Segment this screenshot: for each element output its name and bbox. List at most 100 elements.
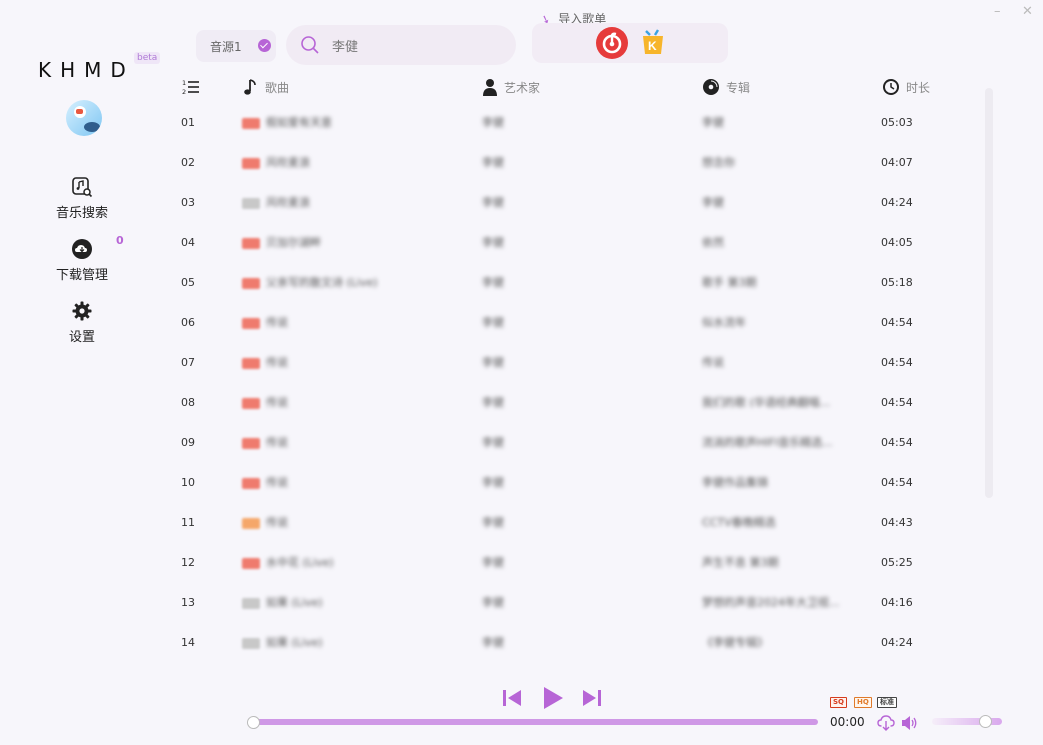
table-row[interactable]: 05 父亲写的散文诗 (Live) 李健 歌手 第3期 05:18	[176, 276, 976, 316]
table-row[interactable]: 04 贝加尔湖畔 李健 依然 04:05	[176, 236, 976, 276]
table-row[interactable]: 14 如果 (Live) 李健 《李健专辑》 04:24	[176, 636, 976, 676]
download-count-badge: 0	[116, 234, 124, 247]
row-album: 李健作品集锦	[702, 476, 768, 489]
quality-hq-badge[interactable]: HQ	[854, 697, 872, 708]
row-index: 11	[181, 516, 195, 529]
table-row[interactable]: 08 传说 李健 我们的歌 (华语经典翻唱... 04:54	[176, 396, 976, 436]
row-duration: 04:24	[881, 196, 913, 209]
row-song-title: 如果 (Live)	[266, 596, 323, 609]
row-duration: 04:05	[881, 236, 913, 249]
table-row[interactable]: 01 假如爱有天意 李健 李健 05:03	[176, 116, 976, 156]
column-header-duration[interactable]: 时长	[882, 78, 930, 96]
quality-tag	[242, 278, 260, 289]
row-artist: 李健	[482, 396, 504, 409]
row-duration: 04:16	[881, 596, 913, 609]
column-header-song[interactable]: 歌曲	[243, 78, 289, 96]
quality-tag	[242, 198, 260, 209]
person-icon	[483, 79, 497, 96]
row-index: 06	[181, 316, 195, 329]
row-artist: 李健	[482, 116, 504, 129]
table-row[interactable]: 07 传说 李健 传说 04:54	[176, 356, 976, 396]
row-song-title: 风吹麦浪	[266, 196, 310, 209]
progress-handle[interactable]	[247, 716, 260, 729]
row-duration: 04:43	[881, 516, 913, 529]
row-index: 03	[181, 196, 195, 209]
row-artist: 李健	[482, 356, 504, 369]
netease-music-icon[interactable]	[596, 27, 628, 59]
row-song-title: 传说	[266, 436, 288, 449]
column-header-label: 时长	[906, 80, 931, 95]
source-select-value: 音源1	[210, 39, 242, 54]
volume-icon[interactable]	[900, 714, 918, 732]
avatar[interactable]	[66, 100, 102, 136]
sidebar-item-label: 音乐搜索	[55, 206, 108, 221]
row-duration: 05:03	[881, 116, 913, 129]
row-artist: 李健	[482, 556, 504, 569]
play-icon[interactable]	[540, 685, 566, 711]
row-index: 04	[181, 236, 195, 249]
disc-icon	[703, 79, 719, 95]
row-song-title: 风吹麦浪	[266, 156, 310, 169]
volume-slider[interactable]	[932, 718, 1002, 725]
row-album: 想念你	[702, 156, 735, 169]
source-select[interactable]: 音源1	[196, 30, 276, 62]
row-artist: 李健	[482, 596, 504, 609]
row-song-title: 传说	[266, 356, 288, 369]
column-header-album[interactable]: 专辑	[702, 78, 750, 96]
row-song-title: 假如爱有天意	[266, 116, 332, 129]
table-row[interactable]: 09 传说 李健 流淌的歌声HIFI音乐精选... 04:54	[176, 436, 976, 476]
quality-standard-badge[interactable]: 标准	[877, 697, 897, 708]
row-album: CCTV春晚精选	[702, 516, 776, 529]
scrollbar[interactable]	[985, 88, 993, 498]
progress-bar[interactable]	[253, 719, 818, 725]
row-album: 梦想的声音2024年大卫视...	[702, 596, 840, 609]
row-song-title: 如果 (Live)	[266, 636, 323, 649]
music-note-icon	[244, 79, 256, 95]
sidebar-item-download-manager[interactable]: 下载管理	[40, 238, 124, 283]
search-box[interactable]	[286, 25, 516, 65]
row-song-title: 父亲写的散文诗 (Live)	[266, 276, 378, 289]
minimize-button[interactable]: –	[994, 4, 1001, 20]
search-input[interactable]	[332, 35, 502, 55]
quality-tag	[242, 318, 260, 329]
volume-handle[interactable]	[978, 715, 992, 728]
column-header-index[interactable]: 1 2	[182, 78, 206, 96]
next-track-icon[interactable]	[580, 686, 604, 710]
quality-sq-badge[interactable]: SQ	[830, 697, 847, 708]
sidebar-item-settings[interactable]: 设置	[40, 300, 124, 345]
quality-tag	[242, 118, 260, 129]
previous-track-icon[interactable]	[500, 686, 524, 710]
quality-tag	[242, 398, 260, 409]
row-artist: 李健	[482, 236, 504, 249]
row-album: 声生不息 第3期	[702, 556, 779, 569]
row-duration: 04:54	[881, 316, 913, 329]
row-index: 13	[181, 596, 195, 609]
row-artist: 李健	[482, 516, 504, 529]
row-duration: 05:25	[881, 556, 913, 569]
table-row[interactable]: 02 风吹麦浪 李健 想念你 04:07	[176, 156, 976, 196]
sidebar-item-music-search[interactable]: 音乐搜索	[40, 176, 124, 221]
music-search-icon	[72, 177, 93, 198]
app-logo: KHMD	[38, 58, 135, 82]
quality-tag	[242, 598, 260, 609]
close-button[interactable]: ✕	[1022, 4, 1033, 20]
svg-text:1: 1	[182, 79, 186, 87]
table-row[interactable]: 03 风吹麦浪 李健 李健 04:24	[176, 196, 976, 236]
quality-tag	[242, 358, 260, 369]
column-header-artist[interactable]: 艺术家	[482, 78, 540, 96]
row-index: 01	[181, 116, 195, 129]
table-row[interactable]: 10 传说 李健 李健作品集锦 04:54	[176, 476, 976, 516]
row-index: 10	[181, 476, 195, 489]
row-duration: 04:24	[881, 636, 913, 649]
row-artist: 李健	[482, 436, 504, 449]
quality-tag	[242, 238, 260, 249]
table-row[interactable]: 06 传说 李健 似水流年 04:54	[176, 316, 976, 356]
kugou-music-icon[interactable]: K	[640, 28, 666, 56]
table-row[interactable]: 13 如果 (Live) 李健 梦想的声音2024年大卫视... 04:16	[176, 596, 976, 636]
row-duration: 04:54	[881, 396, 913, 409]
svg-text:2: 2	[182, 88, 186, 96]
table-row[interactable]: 12 水中花 (Live) 李健 声生不息 第3期 05:25	[176, 556, 976, 596]
download-icon[interactable]	[877, 714, 895, 732]
quality-tag	[242, 438, 260, 449]
table-row[interactable]: 11 传说 李健 CCTV春晚精选 04:43	[176, 516, 976, 556]
